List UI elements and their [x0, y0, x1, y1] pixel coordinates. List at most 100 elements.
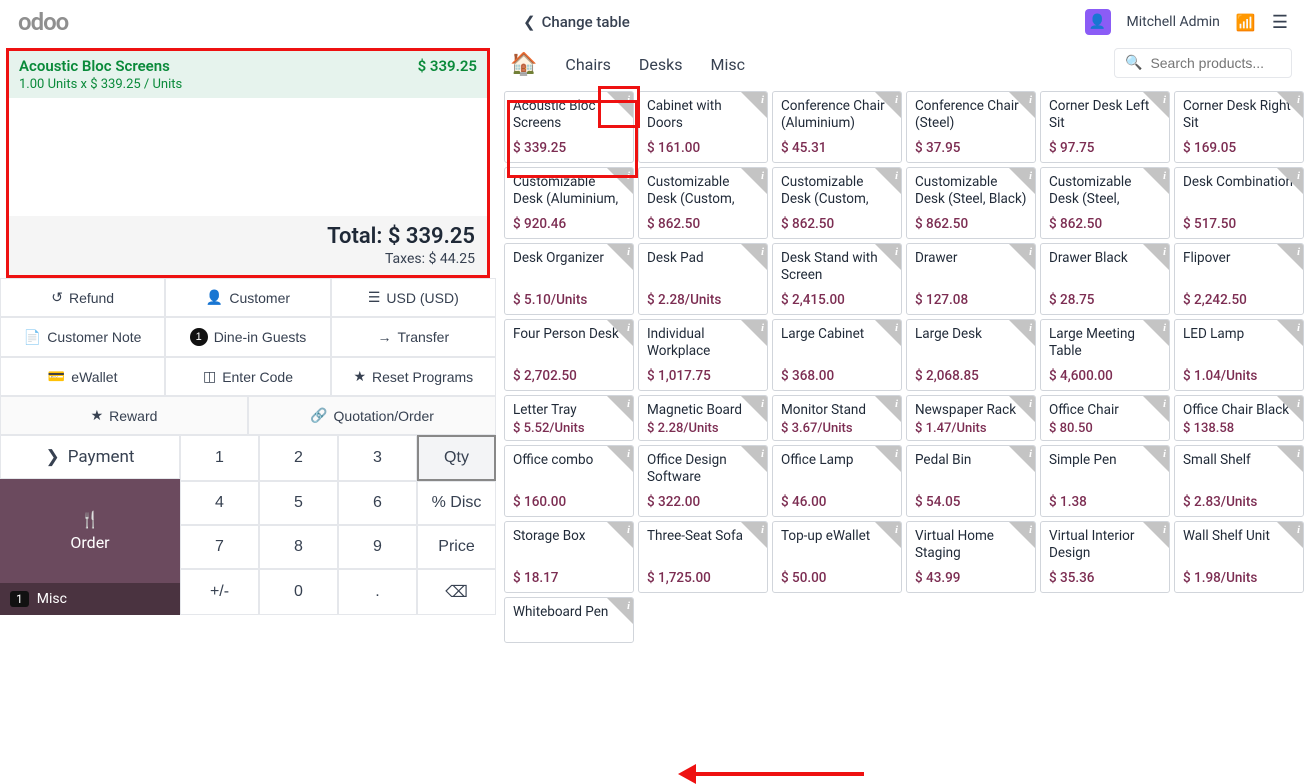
- info-corner[interactable]: i: [875, 396, 901, 422]
- info-corner[interactable]: i: [875, 244, 901, 270]
- product-card[interactable]: Virtual Interior Design$ 35.36i: [1040, 521, 1170, 593]
- product-card[interactable]: Large Desk$ 2,068.85i: [906, 319, 1036, 391]
- reset-programs-button[interactable]: ★Reset Programs: [331, 357, 496, 396]
- menu-icon[interactable]: ☰: [1272, 12, 1288, 33]
- product-card[interactable]: Letter Tray$ 5.52/Unitsi: [504, 395, 634, 441]
- product-card[interactable]: Magnetic Board$ 2.28/Unitsi: [638, 395, 768, 441]
- info-corner[interactable]: i: [1009, 168, 1035, 194]
- product-card[interactable]: Conference Chair (Steel)$ 37.95i: [906, 91, 1036, 163]
- numpad-qty[interactable]: Qty: [417, 435, 496, 481]
- info-corner[interactable]: i: [607, 446, 633, 472]
- transfer-button[interactable]: →Transfer: [331, 317, 496, 357]
- numpad-9[interactable]: 9: [338, 525, 417, 569]
- product-card[interactable]: Customizable Desk (Custom, White)$ 862.5…: [772, 167, 902, 239]
- order-line[interactable]: Acoustic Bloc Screens $ 339.25 1.00 Unit…: [9, 51, 487, 98]
- numpad-plusminus[interactable]: +/-: [180, 569, 259, 615]
- enter-code-button[interactable]: ◫Enter Code: [165, 357, 330, 396]
- product-card[interactable]: Conference Chair (Aluminium)$ 45.31i: [772, 91, 902, 163]
- ewallet-button[interactable]: 💳eWallet: [0, 357, 165, 396]
- info-corner[interactable]: i: [1009, 244, 1035, 270]
- quotation-button[interactable]: 🔗Quotation/Order: [248, 396, 496, 435]
- info-corner[interactable]: i: [607, 320, 633, 346]
- info-corner[interactable]: i: [1009, 320, 1035, 346]
- info-corner[interactable]: i: [1143, 244, 1169, 270]
- info-corner[interactable]: i: [1009, 522, 1035, 548]
- info-corner[interactable]: i: [607, 244, 633, 270]
- product-card[interactable]: Customizable Desk (Custom, Black)$ 862.5…: [638, 167, 768, 239]
- info-corner[interactable]: i: [1009, 396, 1035, 422]
- product-card[interactable]: Cabinet with Doors$ 161.00i: [638, 91, 768, 163]
- info-corner[interactable]: i: [607, 92, 633, 118]
- product-card[interactable]: Small Shelf$ 2.83/Unitsi: [1174, 445, 1304, 517]
- currency-button[interactable]: ☰USD (USD): [331, 278, 496, 317]
- category-chairs[interactable]: Chairs: [565, 55, 611, 74]
- product-card[interactable]: Pedal Bin$ 54.05i: [906, 445, 1036, 517]
- info-corner[interactable]: i: [1143, 168, 1169, 194]
- info-corner[interactable]: i: [1277, 168, 1303, 194]
- product-card[interactable]: Three-Seat Sofa$ 1,725.00i: [638, 521, 768, 593]
- info-corner[interactable]: i: [875, 92, 901, 118]
- info-corner[interactable]: i: [1143, 320, 1169, 346]
- info-corner[interactable]: i: [1009, 92, 1035, 118]
- product-card[interactable]: Acoustic Bloc Screens$ 339.25i: [504, 91, 634, 163]
- avatar[interactable]: 👤: [1085, 9, 1111, 35]
- product-card[interactable]: Large Meeting Table$ 4,600.00i: [1040, 319, 1170, 391]
- numpad-6[interactable]: 6: [338, 481, 417, 525]
- info-corner[interactable]: i: [741, 522, 767, 548]
- info-corner[interactable]: i: [875, 320, 901, 346]
- numpad-3[interactable]: 3: [338, 435, 417, 481]
- numpad-7[interactable]: 7: [180, 525, 259, 569]
- numpad-price[interactable]: Price: [417, 525, 496, 569]
- product-card[interactable]: Office combo$ 160.00i: [504, 445, 634, 517]
- product-card[interactable]: Large Cabinet$ 368.00i: [772, 319, 902, 391]
- product-card[interactable]: Drawer$ 127.08i: [906, 243, 1036, 315]
- numpad-2[interactable]: 2: [259, 435, 338, 481]
- home-icon[interactable]: 🏠: [510, 52, 537, 77]
- category-misc[interactable]: Misc: [711, 55, 746, 74]
- product-card[interactable]: Newspaper Rack$ 1.47/Unitsi: [906, 395, 1036, 441]
- product-card[interactable]: Desk Organizer$ 5.10/Unitsi: [504, 243, 634, 315]
- product-card[interactable]: Four Person Desk$ 2,702.50i: [504, 319, 634, 391]
- product-card[interactable]: Top-up eWallet$ 50.00i: [772, 521, 902, 593]
- product-card[interactable]: Virtual Home Staging$ 43.99i: [906, 521, 1036, 593]
- customer-button[interactable]: 👤Customer: [165, 278, 330, 317]
- info-corner[interactable]: i: [875, 446, 901, 472]
- numpad-disc[interactable]: % Disc: [417, 481, 496, 525]
- refund-button[interactable]: ↺Refund: [0, 278, 165, 317]
- info-corner[interactable]: i: [741, 396, 767, 422]
- info-corner[interactable]: i: [1143, 92, 1169, 118]
- product-card[interactable]: LED Lamp$ 1.04/Unitsi: [1174, 319, 1304, 391]
- numpad-dot[interactable]: .: [338, 569, 417, 615]
- numpad-4[interactable]: 4: [180, 481, 259, 525]
- search-box[interactable]: 🔍: [1114, 48, 1292, 78]
- info-corner[interactable]: i: [741, 244, 767, 270]
- reward-button[interactable]: ★Reward: [0, 396, 248, 435]
- info-corner[interactable]: i: [1277, 92, 1303, 118]
- info-corner[interactable]: i: [875, 168, 901, 194]
- numpad-1[interactable]: 1: [180, 435, 259, 481]
- product-card[interactable]: Customizable Desk (Steel, White)$ 862.50…: [1040, 167, 1170, 239]
- product-card[interactable]: Desk Combination$ 517.50i: [1174, 167, 1304, 239]
- order-sub[interactable]: 1 Misc: [0, 583, 180, 615]
- product-card[interactable]: Customizable Desk (Aluminium, White)$ 92…: [504, 167, 634, 239]
- info-corner[interactable]: i: [1009, 446, 1035, 472]
- product-card[interactable]: Office Chair Black$ 138.58i: [1174, 395, 1304, 441]
- product-card[interactable]: Wall Shelf Unit$ 1.98/Unitsi: [1174, 521, 1304, 593]
- product-card[interactable]: Customizable Desk (Steel, Black)$ 862.50…: [906, 167, 1036, 239]
- product-card[interactable]: Desk Pad$ 2.28/Unitsi: [638, 243, 768, 315]
- info-corner[interactable]: i: [1277, 244, 1303, 270]
- product-card[interactable]: Flipover$ 2,242.50i: [1174, 243, 1304, 315]
- info-corner[interactable]: i: [607, 396, 633, 422]
- info-corner[interactable]: i: [741, 92, 767, 118]
- category-desks[interactable]: Desks: [639, 55, 683, 74]
- product-card[interactable]: Corner Desk Right Sit$ 169.05i: [1174, 91, 1304, 163]
- product-card[interactable]: Office Lamp$ 46.00i: [772, 445, 902, 517]
- numpad-0[interactable]: 0: [259, 569, 338, 615]
- info-corner[interactable]: i: [1277, 320, 1303, 346]
- info-corner[interactable]: i: [741, 446, 767, 472]
- info-corner[interactable]: i: [607, 522, 633, 548]
- product-card[interactable]: Individual Workplace$ 1,017.75i: [638, 319, 768, 391]
- numpad-5[interactable]: 5: [259, 481, 338, 525]
- customer-note-button[interactable]: 📄Customer Note: [0, 317, 165, 357]
- product-card[interactable]: Drawer Black$ 28.75i: [1040, 243, 1170, 315]
